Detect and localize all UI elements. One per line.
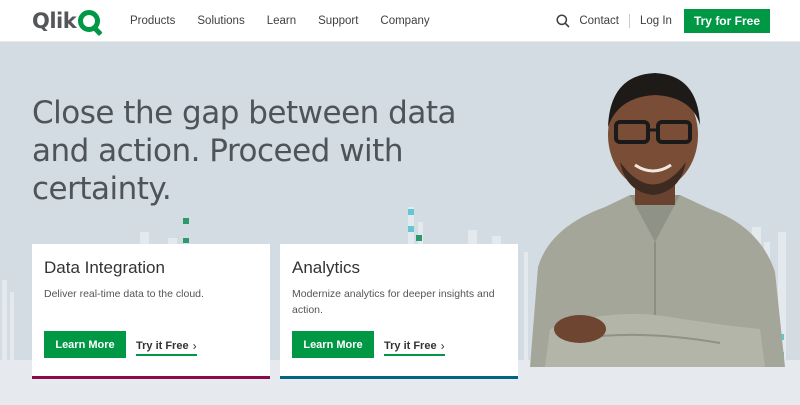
logo-text: Qlik: [32, 9, 77, 33]
card-title: Data Integration: [44, 258, 165, 277]
nav-utilities: Contact Log In Try for Free: [556, 0, 770, 42]
login-link[interactable]: Log In: [640, 15, 672, 27]
try-it-free-link[interactable]: Try it Free ›: [384, 339, 445, 356]
card-title: Analytics: [292, 258, 361, 277]
learn-more-button[interactable]: Learn More: [292, 331, 374, 358]
card-data-integration: Data Integration Deliver real-time data …: [32, 244, 270, 379]
qlik-logo[interactable]: Qlik: [32, 8, 101, 34]
contact-link[interactable]: Contact: [579, 15, 619, 27]
hero-person-image: [530, 73, 785, 367]
main-menu: Products Solutions Learn Support Company: [130, 0, 452, 42]
try-it-free-label: Try it Free: [384, 340, 437, 352]
nav-divider: [628, 14, 630, 28]
card-analytics: Analytics Modernize analytics for deeper…: [280, 244, 518, 379]
try-it-free-link[interactable]: Try it Free ›: [136, 339, 197, 356]
try-for-free-button[interactable]: Try for Free: [683, 9, 770, 33]
card-description: Modernize analytics for deeper insights …: [292, 288, 495, 316]
learn-more-button[interactable]: Learn More: [44, 331, 126, 358]
try-it-free-label: Try it Free: [136, 340, 189, 352]
menu-item-support[interactable]: Support: [318, 15, 358, 27]
menu-item-products[interactable]: Products: [130, 15, 175, 27]
menu-item-learn[interactable]: Learn: [267, 15, 296, 27]
chevron-right-icon: ›: [192, 339, 197, 353]
chevron-right-icon: ›: [440, 339, 445, 353]
hero-headline: Close the gap between data and action. P…: [32, 95, 456, 207]
top-navigation: Qlik Products Solutions Learn Support Co…: [0, 0, 800, 42]
hero-section: Close the gap between data and action. P…: [0, 42, 800, 405]
card-description: Deliver real-time data to the cloud.: [44, 288, 204, 300]
search-icon[interactable]: [556, 14, 570, 28]
menu-item-company[interactable]: Company: [380, 15, 429, 27]
menu-item-solutions[interactable]: Solutions: [197, 15, 244, 27]
logo-q-mark-icon: [78, 10, 101, 32]
